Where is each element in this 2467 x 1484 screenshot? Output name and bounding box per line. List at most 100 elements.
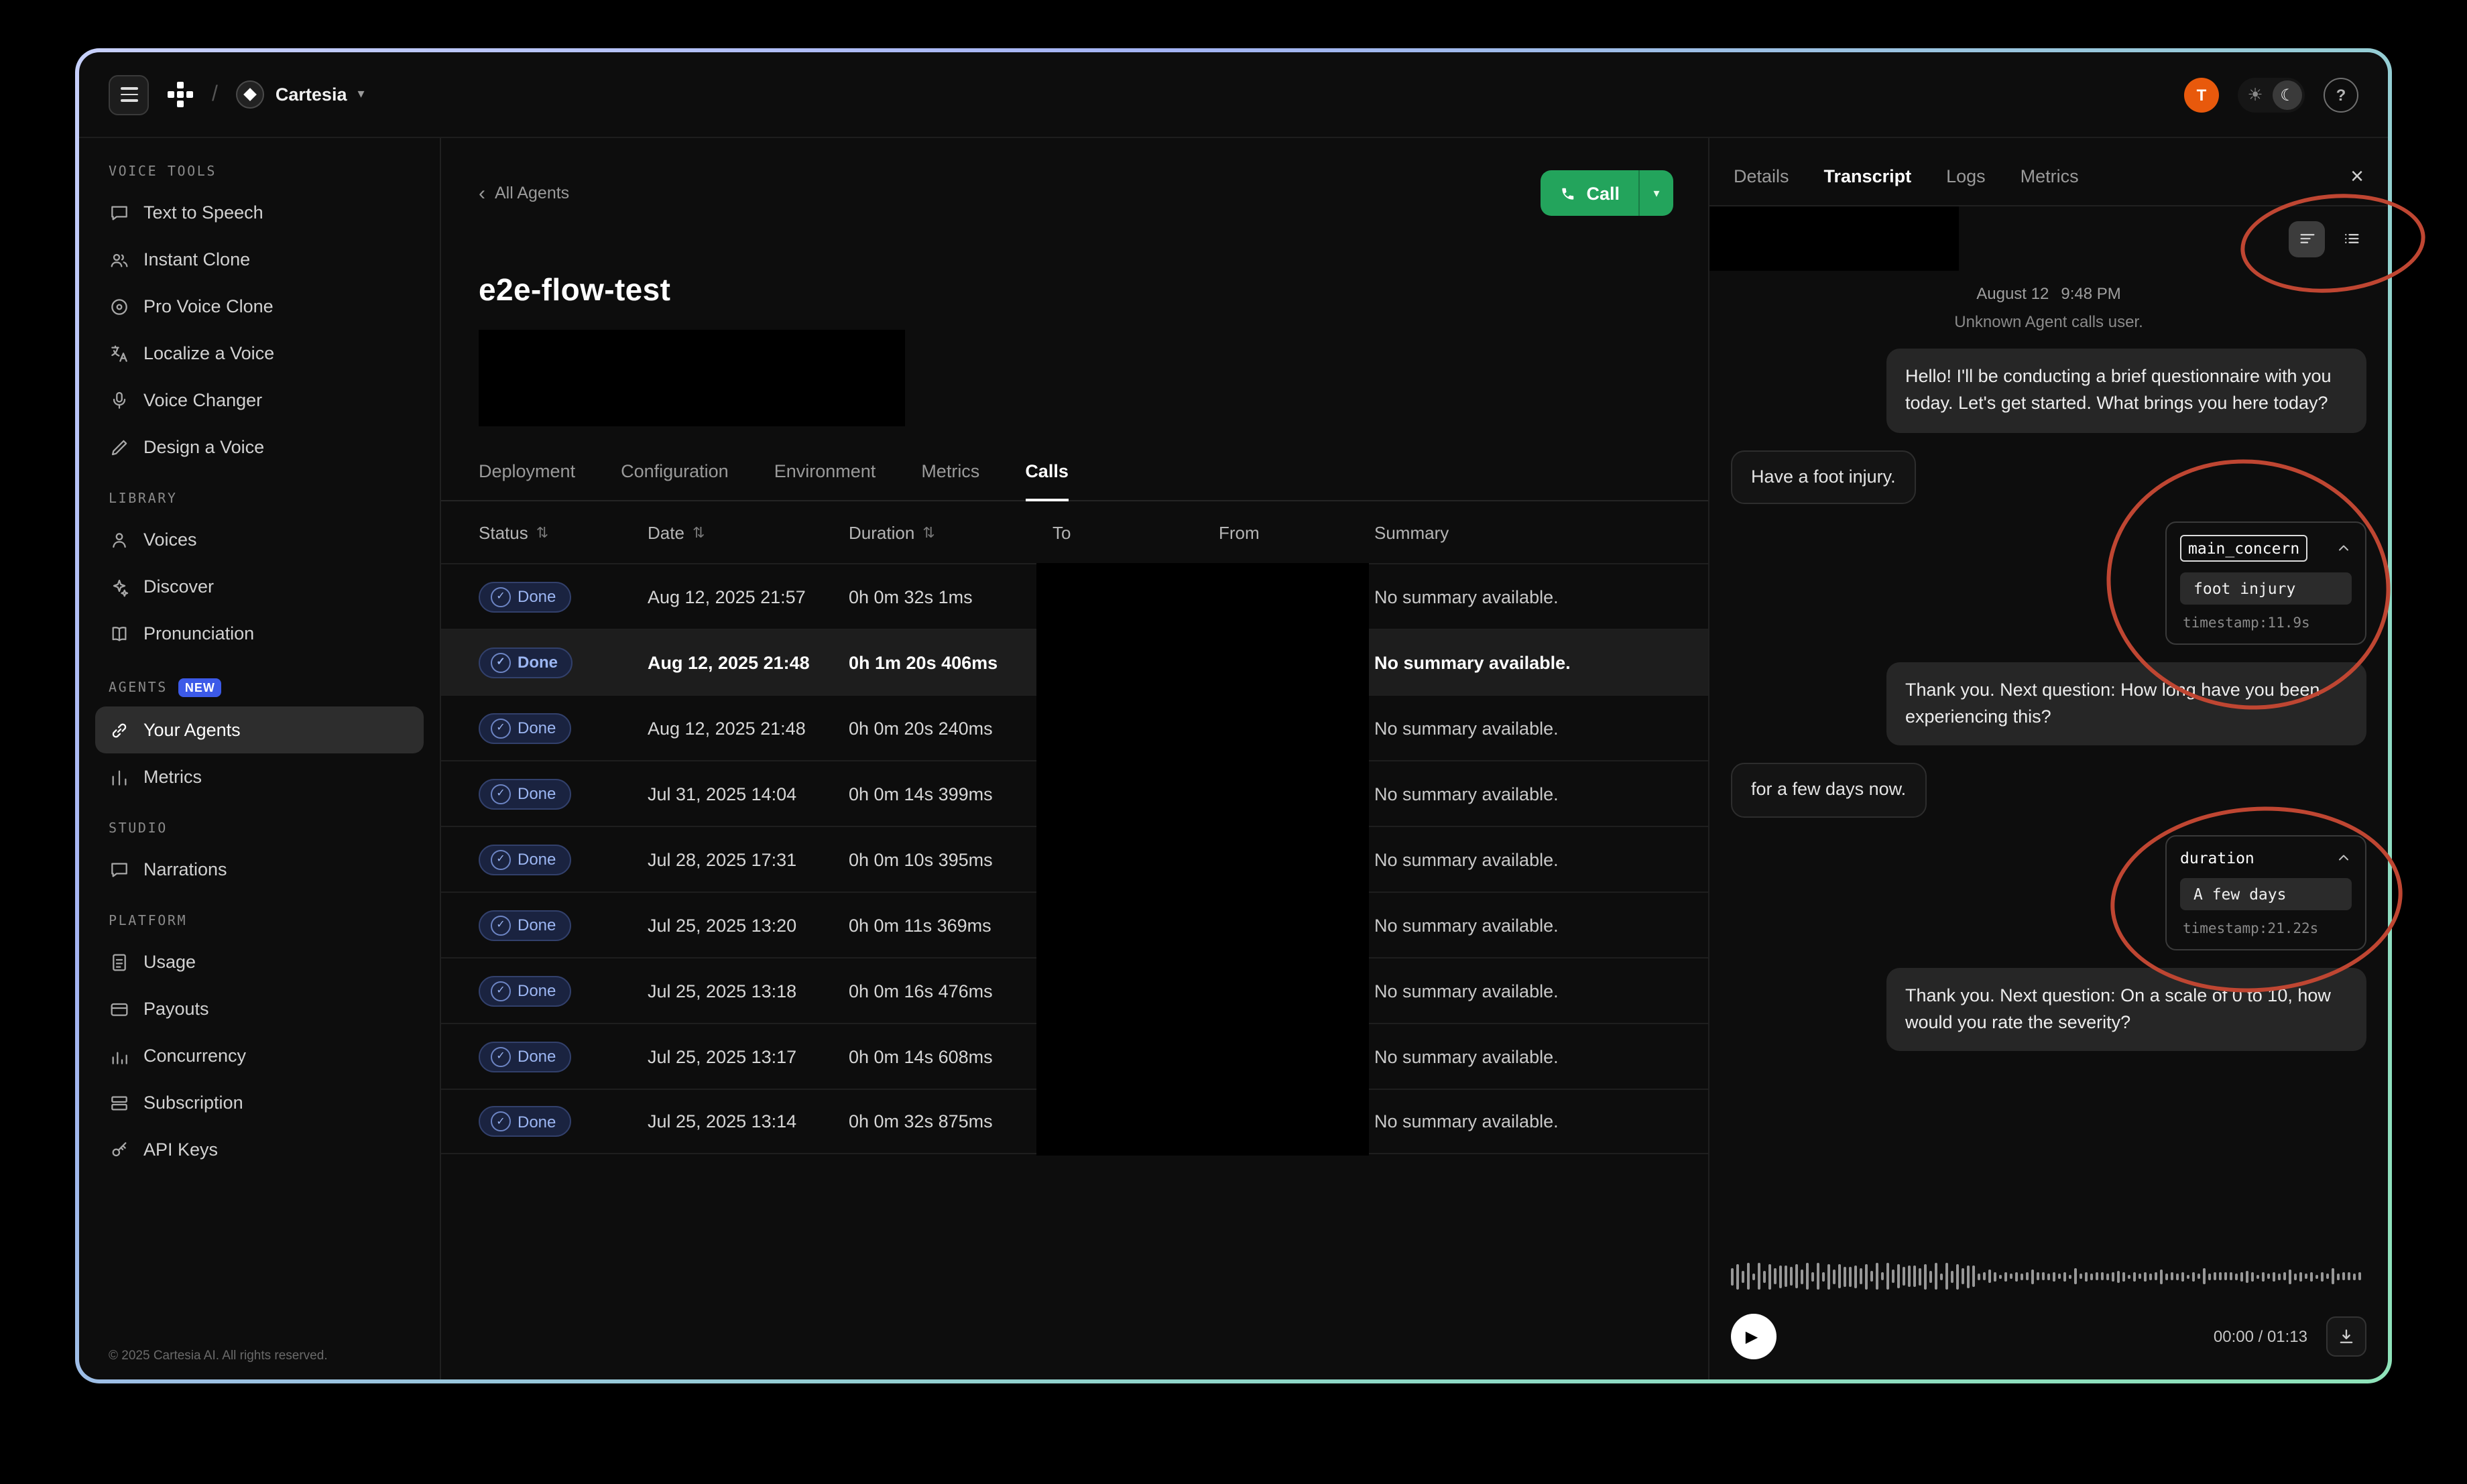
panel-tab-metrics[interactable]: Metrics bbox=[2021, 166, 2079, 186]
sidebar-item-payouts[interactable]: Payouts bbox=[95, 985, 424, 1032]
waveform-bar bbox=[2305, 1274, 2307, 1279]
sidebar-item-pro-voice-clone[interactable]: Pro Voice Clone bbox=[95, 283, 424, 330]
sidebar-item-discover[interactable]: Discover bbox=[95, 563, 424, 610]
sidebar-item-concurrency[interactable]: Concurrency bbox=[95, 1032, 424, 1079]
copyright: © 2025 Cartesia AI. All rights reserved. bbox=[95, 1338, 424, 1366]
sidebar-item-design-a-voice[interactable]: Design a Voice bbox=[95, 424, 424, 471]
waveform-bar bbox=[2273, 1272, 2275, 1281]
call-dropdown-button[interactable]: ▾ bbox=[1638, 170, 1673, 216]
waveform-bar bbox=[2315, 1274, 2318, 1278]
close-icon[interactable]: × bbox=[2350, 165, 2364, 188]
sidebar-item-label: Your Agents bbox=[143, 720, 241, 740]
redacted-block bbox=[479, 330, 905, 426]
waveform-bar bbox=[2219, 1272, 2222, 1280]
window-gradient-border: / Cartesia ▾ T ☀ ☾ ? bbox=[75, 48, 2392, 1383]
waveform-bar bbox=[2010, 1274, 2012, 1279]
agent-message: Hello! I'll be conducting a brief questi… bbox=[1886, 349, 2366, 432]
waveform-bar bbox=[1983, 1272, 1986, 1280]
waveform-bar bbox=[1779, 1265, 1782, 1288]
sidebar-item-localize-a-voice[interactable]: Localize a Voice bbox=[95, 330, 424, 377]
waveform-bar bbox=[2026, 1272, 2029, 1280]
tab-configuration[interactable]: Configuration bbox=[621, 461, 729, 501]
status-badge: ✓Done bbox=[479, 647, 573, 678]
waveform-bar bbox=[1945, 1263, 1948, 1290]
waveform-bar bbox=[2144, 1272, 2147, 1281]
panel-tab-logs[interactable]: Logs bbox=[1946, 166, 1986, 186]
status-badge: ✓Done bbox=[479, 778, 570, 809]
sidebar-item-voice-changer[interactable]: Voice Changer bbox=[95, 377, 424, 424]
sidebar-item-pronunciation[interactable]: Pronunciation bbox=[95, 610, 424, 657]
check-icon: ✓ bbox=[491, 586, 511, 607]
avatar[interactable]: T bbox=[2184, 77, 2219, 112]
sidebar-item-voices[interactable]: Voices bbox=[95, 516, 424, 563]
waveform-bar bbox=[1876, 1263, 1878, 1290]
section-title: PLATFORM bbox=[109, 914, 410, 929]
download-button[interactable] bbox=[2326, 1316, 2366, 1357]
user-message: for a few days now. bbox=[1731, 763, 1926, 818]
waveform-bar bbox=[1999, 1274, 2002, 1278]
waveform-bar bbox=[1731, 1267, 1734, 1285]
back-link[interactable]: ‹ All Agents bbox=[479, 183, 569, 203]
list-view-button[interactable] bbox=[2333, 221, 2369, 257]
sidebar-item-text-to-speech[interactable]: Text to Speech bbox=[95, 189, 424, 236]
transcript-body[interactable]: August 129:48 PM Unknown Agent calls use… bbox=[1709, 271, 2388, 1245]
theme-toggle[interactable]: ☀ ☾ bbox=[2238, 77, 2305, 112]
help-button[interactable]: ? bbox=[2324, 77, 2358, 112]
waveform-bar bbox=[1844, 1266, 1846, 1286]
call-detail-panel: Details Transcript Logs Metrics × bbox=[1709, 138, 2388, 1379]
waveform-bar bbox=[2278, 1273, 2281, 1280]
sidebar-item-usage[interactable]: Usage bbox=[95, 938, 424, 985]
users-icon bbox=[109, 249, 130, 270]
sidebar-item-label: Localize a Voice bbox=[143, 343, 274, 363]
bar-chart-icon bbox=[109, 1045, 130, 1066]
chevron-up-icon[interactable] bbox=[2336, 849, 2352, 865]
waveform-bar bbox=[1854, 1265, 1857, 1288]
play-button[interactable]: ▶ bbox=[1731, 1314, 1777, 1359]
sidebar-item-label: Usage bbox=[143, 952, 196, 972]
sidebar-item-label: Voice Changer bbox=[143, 390, 262, 410]
sidebar-item-metrics[interactable]: Metrics bbox=[95, 753, 424, 800]
waveform-bar bbox=[2208, 1273, 2211, 1280]
status-badge: ✓Done bbox=[479, 713, 570, 743]
table-header: Status⇅ Date⇅ Duration⇅ To From Summary bbox=[441, 501, 1708, 563]
panel-tab-transcript[interactable]: Transcript bbox=[1824, 166, 1912, 186]
status-badge: ✓Done bbox=[479, 975, 570, 1006]
panel-tab-details[interactable]: Details bbox=[1734, 166, 1789, 186]
sidebar-item-narrations[interactable]: Narrations bbox=[95, 846, 424, 893]
tab-environment[interactable]: Environment bbox=[774, 461, 876, 501]
panel-tabs: Details Transcript Logs Metrics × bbox=[1709, 138, 2388, 206]
waveform-bar bbox=[2096, 1272, 2098, 1280]
waveform-bar bbox=[2042, 1272, 2045, 1280]
call-button[interactable]: Call bbox=[1541, 170, 1638, 216]
tab-calls[interactable]: Calls bbox=[1025, 461, 1069, 501]
tab-deployment[interactable]: Deployment bbox=[479, 461, 575, 501]
tagbox-duration[interactable]: duration A few days timestamp:21.22s bbox=[2165, 834, 2366, 950]
tagbox-main-concern[interactable]: main_concern foot injury timestamp:11.9s bbox=[2165, 521, 2366, 645]
waveform-bar bbox=[2004, 1272, 2007, 1281]
call-time: 9:48 PM bbox=[2061, 284, 2120, 303]
status-badge: ✓Done bbox=[479, 844, 570, 875]
org-switcher[interactable]: Cartesia ▾ bbox=[237, 80, 365, 109]
waveform-bar bbox=[2149, 1273, 2152, 1280]
sidebar-item-your-agents[interactable]: Your Agents bbox=[95, 706, 424, 753]
sidebar-item-subscription[interactable]: Subscription bbox=[95, 1079, 424, 1126]
check-icon: ✓ bbox=[491, 652, 511, 672]
bar-chart-icon bbox=[109, 766, 130, 788]
sort-icon[interactable]: ⇅ bbox=[693, 523, 705, 541]
call-meta: August 129:48 PM Unknown Agent calls use… bbox=[1731, 284, 2366, 331]
waveform-bar bbox=[1747, 1263, 1750, 1290]
menu-button[interactable] bbox=[109, 74, 149, 115]
tab-metrics[interactable]: Metrics bbox=[921, 461, 979, 501]
chat-view-button[interactable] bbox=[2289, 221, 2325, 257]
waveform-bar bbox=[2326, 1274, 2329, 1279]
sidebar-item-instant-clone[interactable]: Instant Clone bbox=[95, 236, 424, 283]
sidebar-item-api-keys[interactable]: API Keys bbox=[95, 1126, 424, 1173]
sort-icon[interactable]: ⇅ bbox=[536, 523, 548, 541]
waveform-bar bbox=[1935, 1263, 1937, 1290]
waveform[interactable] bbox=[1731, 1256, 2366, 1296]
waveform-bar bbox=[2069, 1274, 2071, 1278]
sidebar-item-label: Instant Clone bbox=[143, 249, 250, 269]
chevron-up-icon[interactable] bbox=[2336, 540, 2352, 556]
sidebar-item-label: Pro Voice Clone bbox=[143, 296, 274, 316]
sort-icon[interactable]: ⇅ bbox=[922, 523, 935, 541]
